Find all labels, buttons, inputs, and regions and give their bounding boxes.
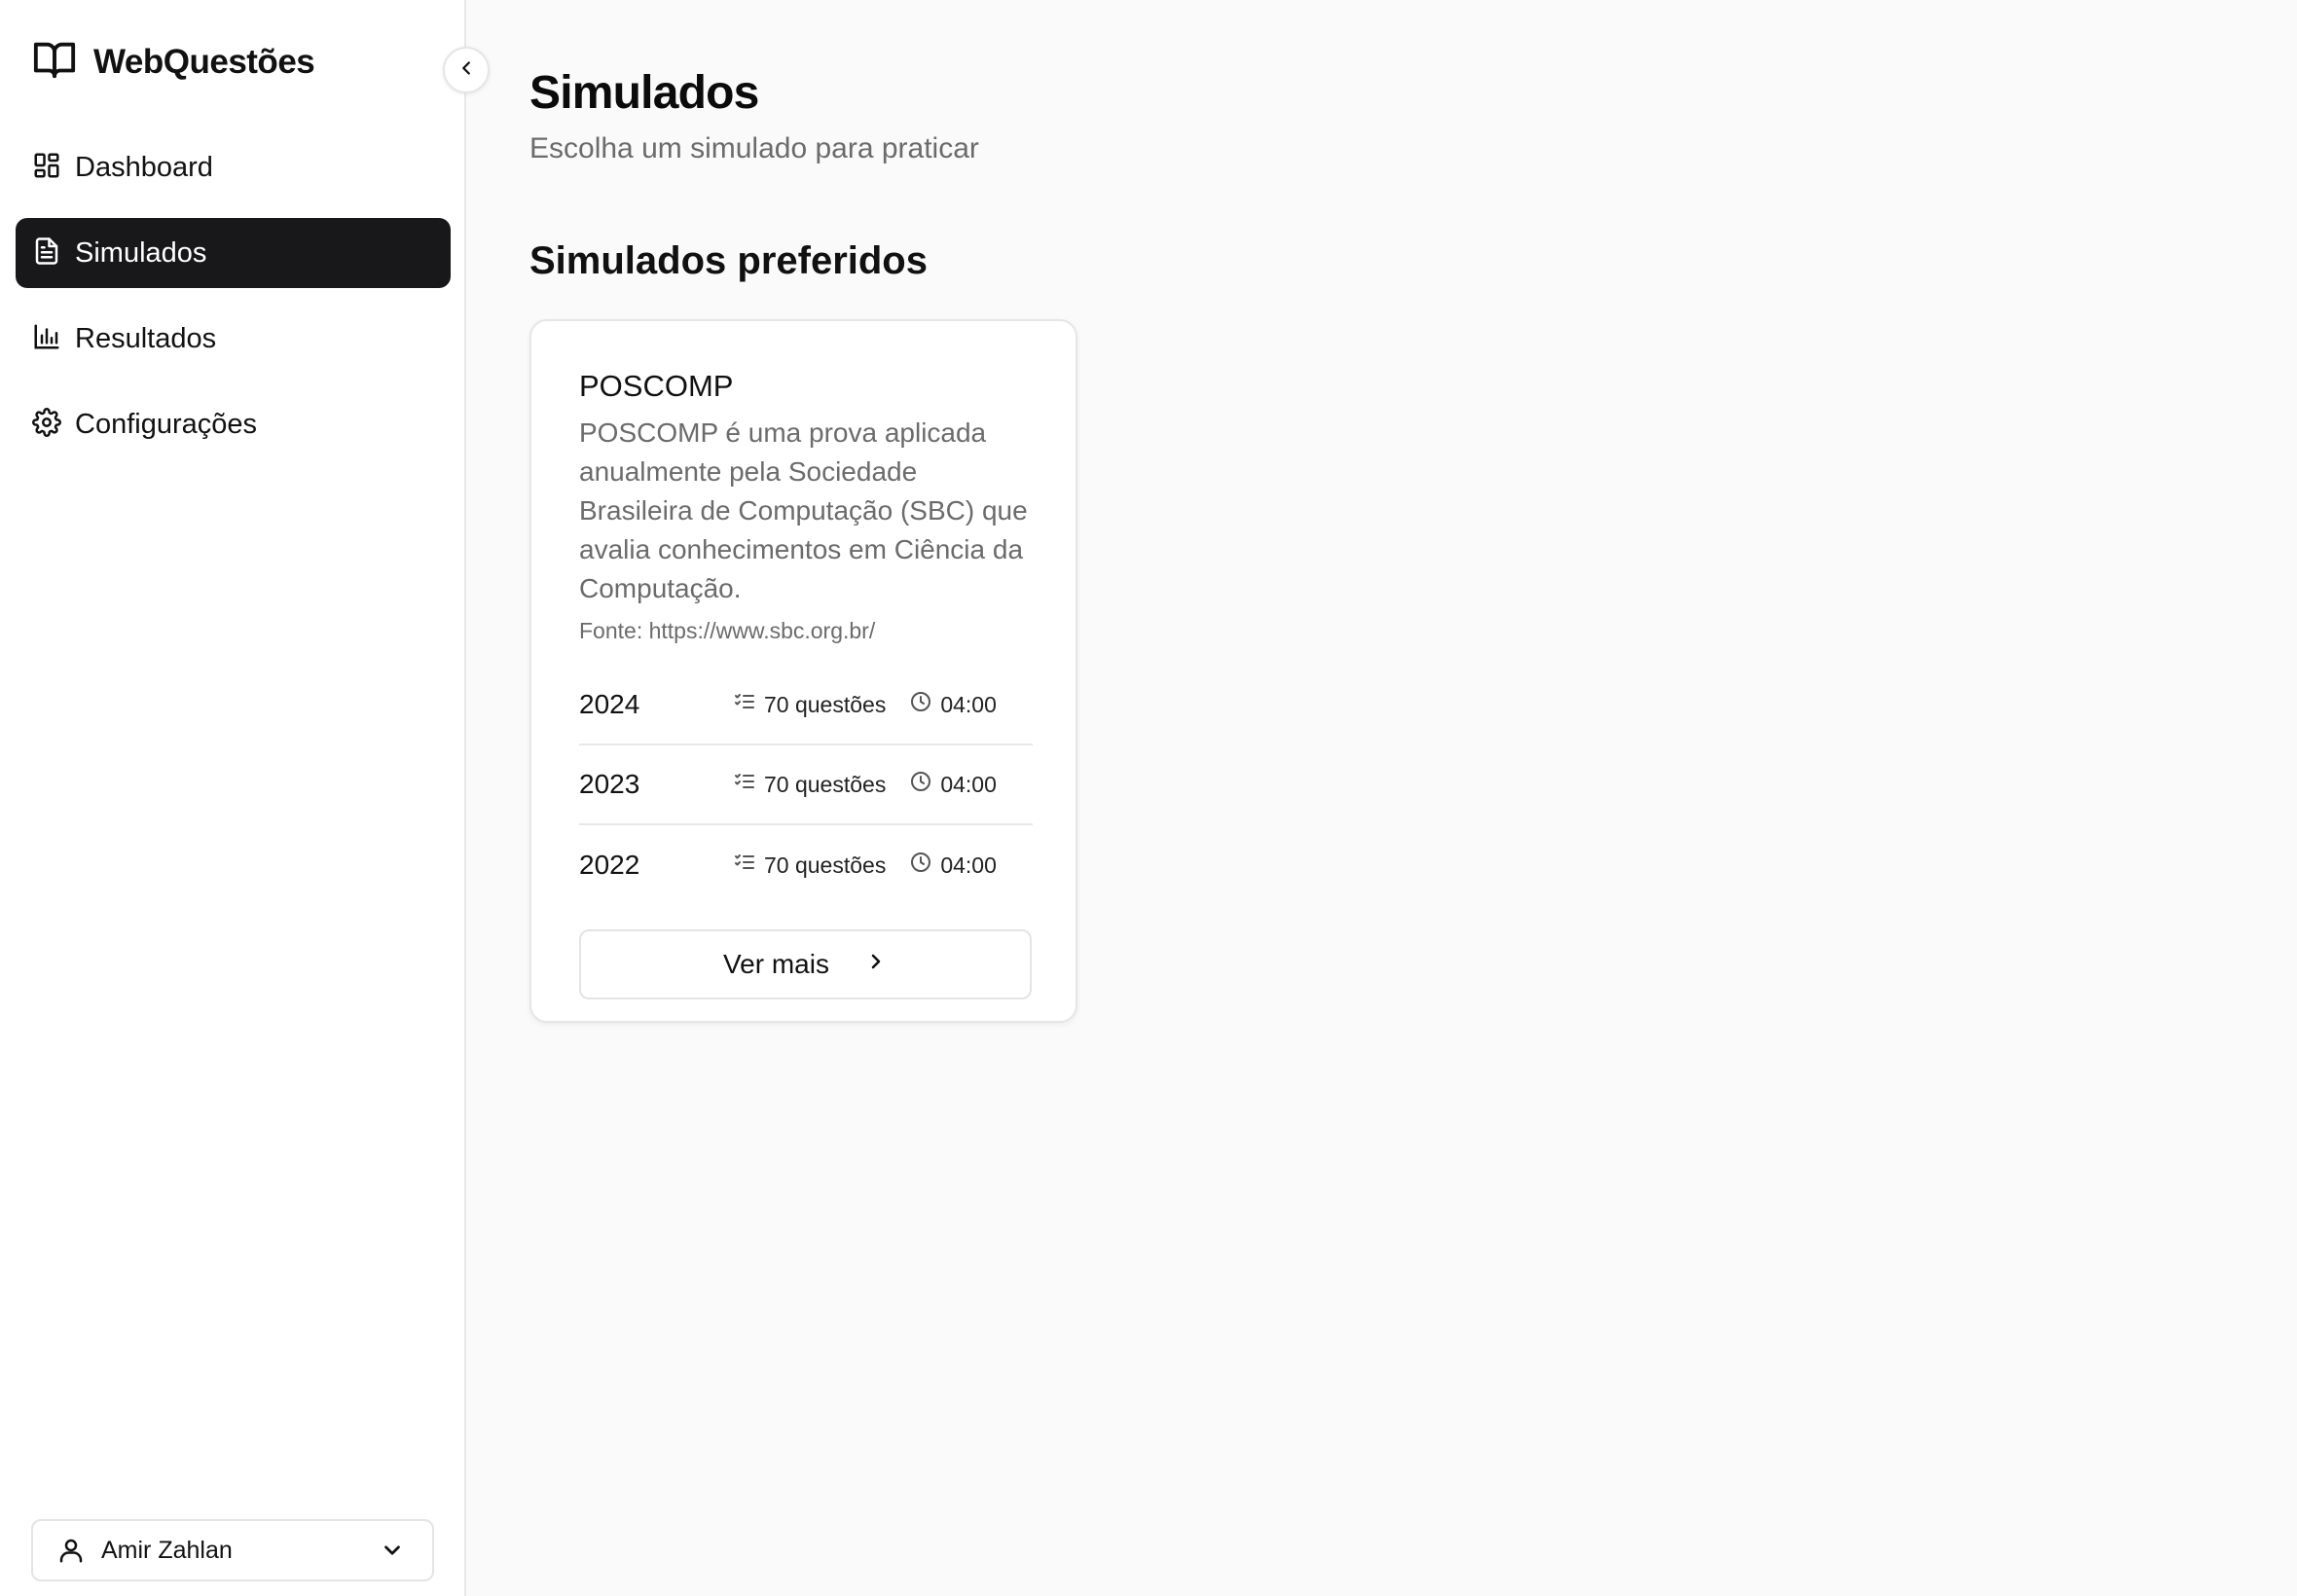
section-title: Simulados preferidos [529,239,928,282]
sidebar-item-simulados[interactable]: Simulados [16,218,451,288]
sidebar-item-resultados[interactable]: Resultados [16,304,451,374]
question-count-text: 70 questões [764,691,887,717]
layout-dashboard-icon [32,151,61,185]
sidebar-item-label: Simulados [75,236,207,269]
sidebar-item-label: Dashboard [75,151,213,183]
duration-text: 04:00 [940,771,997,797]
ver-mais-label: Ver mais [723,949,829,979]
clock-icon [909,690,940,719]
card-description: POSCOMP é uma prova aplicada anualmente … [579,417,1028,604]
duration-text: 04:00 [940,691,997,717]
card-title: POSCOMP [579,369,734,403]
ver-mais-button[interactable]: Ver mais [579,929,1032,999]
sidebar-item-label: Configurações [75,408,257,440]
bar-chart-icon [32,322,61,356]
question-count: 70 questões [733,690,886,719]
list-checks-icon [733,690,764,719]
sidebar-item-dashboard[interactable]: Dashboard [16,132,451,202]
year-label: 2023 [579,769,640,800]
user-icon [56,1536,86,1565]
clock-icon [909,770,940,799]
question-count: 70 questões [733,851,886,880]
user-menu[interactable]: Amir Zahlan [31,1519,434,1581]
brand[interactable]: WebQuestões [32,37,315,87]
card-source: Fonte: https://www.sbc.org.br/ [579,618,876,644]
chevron-left-icon [456,57,477,84]
question-count: 70 questões [733,770,886,799]
year-label: 2024 [579,689,640,720]
list-checks-icon [733,851,764,880]
card-body: POSCOMP POSCOMP é uma prova aplicada anu… [579,368,1033,905]
year-row[interactable]: 2022 70 questões 04:00 [579,825,1033,905]
file-text-icon [32,236,61,271]
page-subtitle: Escolha um simulado para praticar [529,132,979,164]
sidebar-nav: Dashboard Simulados Resultados Configura… [16,132,451,475]
page-title: Simulados [529,67,759,119]
duration: 04:00 [909,851,997,880]
year-row[interactable]: 2024 70 questões 04:00 [579,666,1033,746]
duration: 04:00 [909,770,997,799]
settings-icon [32,407,61,442]
sidebar-item-configuracoes[interactable]: Configurações [16,389,451,459]
collapse-sidebar-button[interactable] [443,47,490,93]
exam-card: POSCOMP POSCOMP é uma prova aplicada anu… [529,319,1077,1023]
duration: 04:00 [909,690,997,719]
sidebar-item-label: Resultados [75,322,217,354]
chevron-right-icon [829,949,888,980]
list-checks-icon [733,770,764,799]
brand-name: WebQuestões [93,42,315,81]
year-label: 2022 [579,850,640,881]
clock-icon [909,851,940,880]
duration-text: 04:00 [940,852,997,878]
user-name: Amir Zahlan [101,1536,233,1564]
sidebar: WebQuestões Dashboard Simulados Resultad… [0,0,466,1596]
question-count-text: 70 questões [764,852,887,878]
chevron-down-icon [380,1538,405,1563]
app: WebQuestões Dashboard Simulados Resultad… [0,0,2297,1596]
book-open-icon [32,37,77,87]
question-count-text: 70 questões [764,771,887,797]
year-list: 2024 70 questões 04:00 2023 70 questões … [579,666,1033,905]
year-row[interactable]: 2023 70 questões 04:00 [579,745,1033,826]
